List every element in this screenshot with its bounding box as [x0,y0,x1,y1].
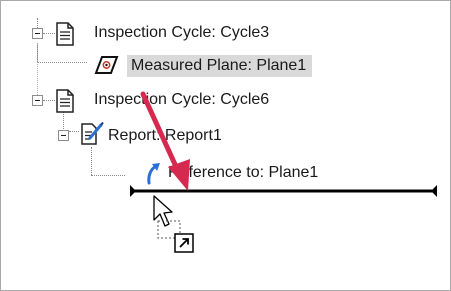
tree-view-panel[interactable]: Inspection Cycle: Cycle3 Measured Plane:… [0,0,451,291]
tree-node-label: Measured Plane: Plane1 [127,55,313,77]
tree-node-label: Inspection Cycle: Cycle3 [94,24,270,41]
measured-plane-icon [94,56,119,74]
document-icon [56,22,74,46]
collapse-toggle[interactable] [32,28,43,39]
tree-connector [43,33,55,34]
tree-node-label: Reference to: Plane1 [168,164,319,181]
tree-connector [91,147,92,175]
tree-connector [63,110,64,131]
tree-node-label: Inspection Cycle: Cycle6 [94,91,270,108]
reference-arrow-icon [147,163,160,185]
collapse-toggle[interactable] [32,95,43,106]
report-icon [81,121,104,145]
tree-connector [37,43,38,95]
tree-connector [69,131,79,132]
tree-connector [37,18,38,28]
tree-connector [43,100,55,101]
tree-connector [37,62,87,63]
drop-insertion-line [130,185,437,197]
collapse-toggle[interactable] [58,130,69,141]
tree-connector [91,175,125,176]
drag-cursor-icon [153,195,194,253]
document-icon [56,89,74,113]
tree-node-label: Report: Report1 [108,127,222,144]
